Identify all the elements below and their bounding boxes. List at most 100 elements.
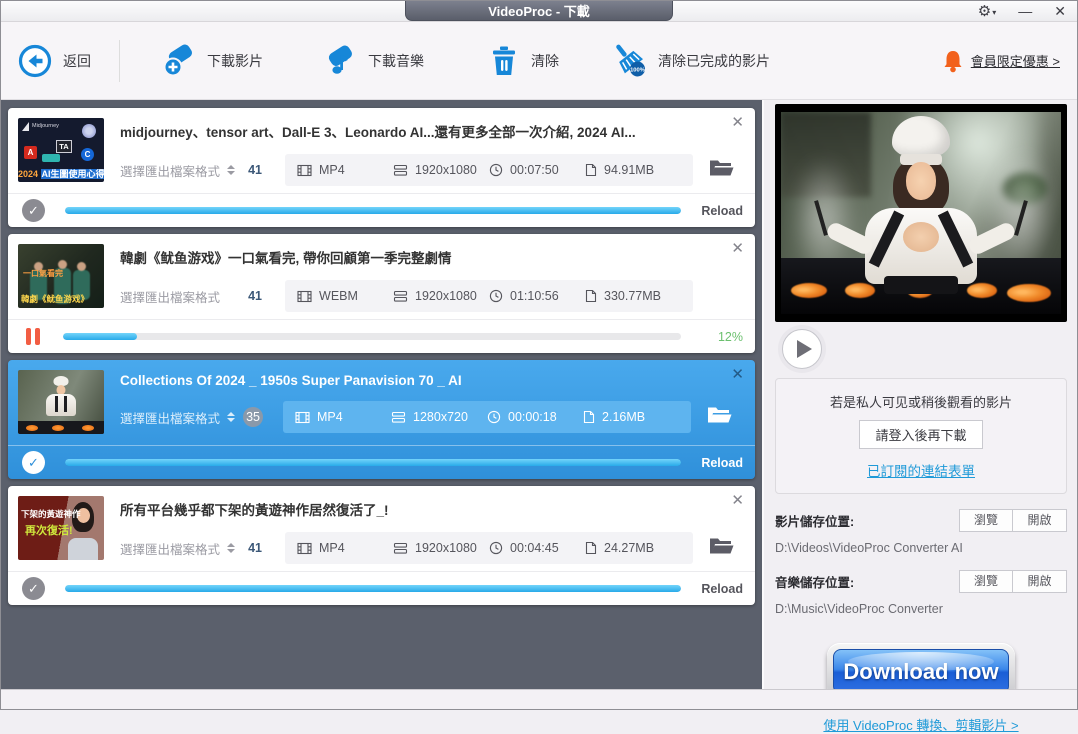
resolution-cell: 1920x1080: [393, 163, 489, 177]
thumb-logo: [82, 124, 96, 138]
format-count-badge: 35: [243, 407, 263, 427]
resolution-icon: [393, 542, 408, 555]
film-icon: [297, 164, 312, 177]
format-selector[interactable]: 選擇匯出檔案格式: [120, 539, 235, 558]
reload-button[interactable]: Reload: [697, 582, 743, 596]
clock-icon: [487, 410, 501, 424]
format-count-badge: 41: [245, 541, 265, 555]
updown-arrows-icon: [227, 165, 235, 175]
download-item[interactable]: Midjourney A TA C 2024 AI生圖使用心得 midjourn…: [8, 108, 755, 227]
folder-icon: [709, 159, 734, 177]
window-title: VideoProc - 下載: [405, 0, 673, 21]
completed-check-icon: ✓: [22, 577, 45, 600]
thumb-caption: 2024: [18, 169, 38, 179]
open-video-button[interactable]: 開啟: [1013, 509, 1067, 532]
download-video-button[interactable]: 下載影片: [160, 43, 263, 79]
size-cell: 330.77MB: [585, 289, 681, 303]
format-selector: 選擇匯出檔案格式: [120, 287, 235, 306]
video-title: 所有平台幾乎都下架的黃遊神作居然復活了_!: [120, 499, 741, 519]
completed-check-icon: ✓: [22, 199, 45, 222]
video-title: Collections Of 2024 _ 1950s Super Panavi…: [120, 373, 741, 388]
download-item-selected[interactable]: Collections Of 2024 _ 1950s Super Panavi…: [8, 360, 755, 479]
settings-button[interactable]: ⚙ ▾: [978, 2, 996, 20]
videoproc-promo-link[interactable]: 使用 VideoProc 轉換、剪輯影片 >: [764, 715, 1078, 734]
format-selector-label: 選擇匯出檔案格式: [120, 161, 220, 180]
file-icon: [585, 163, 597, 177]
reload-button[interactable]: Reload: [697, 204, 743, 218]
download-music-button[interactable]: 下載音樂: [321, 43, 424, 79]
download-item[interactable]: 下架的黃遊神作 再次復活! 所有平台幾乎都下架的黃遊神作居然復活了_! 選擇匯出…: [8, 486, 755, 605]
window-bottom-bar: [0, 689, 1078, 710]
size-value: 24.27MB: [604, 541, 654, 555]
duration-value: 00:04:45: [510, 541, 559, 555]
play-button[interactable]: [782, 329, 822, 369]
duration-cell: 01:10:56: [489, 289, 585, 303]
duration-cell: 00:00:18: [487, 410, 583, 424]
format-count-badge: 41: [245, 163, 265, 177]
progress-bar: [65, 207, 681, 214]
open-folder-button[interactable]: [707, 406, 732, 429]
video-preview[interactable]: [775, 104, 1067, 322]
format-selector-label: 選擇匯出檔案格式: [120, 539, 220, 558]
browse-video-button[interactable]: 瀏覽: [959, 509, 1013, 532]
format-selector[interactable]: 選擇匯出檔案格式: [120, 408, 235, 427]
format-count-badge: 41: [245, 289, 265, 303]
back-arrow-icon: [18, 44, 52, 78]
minimize-button[interactable]: —: [1018, 0, 1032, 22]
private-video-hint: 若是私人可见或稍後觀看的影片: [782, 392, 1060, 411]
format-value: MP4: [319, 163, 345, 177]
browse-music-button[interactable]: 瀏覽: [959, 570, 1013, 593]
open-folder-button[interactable]: [709, 537, 734, 560]
close-icon[interactable]: ✕: [731, 367, 744, 382]
resolution-cell: 1920x1080: [393, 289, 489, 303]
play-icon: [797, 340, 812, 358]
close-icon[interactable]: ✕: [731, 493, 744, 508]
thumb-badge: C: [81, 148, 94, 161]
thumb-caption: 下架的黃遊神作: [21, 508, 81, 520]
size-value: 330.77MB: [604, 289, 661, 303]
thumb-caption: AI生圖使用心得: [41, 169, 104, 179]
close-icon[interactable]: ✕: [731, 241, 744, 256]
film-icon: [297, 542, 312, 555]
thumb-brand-text: Midjourney: [32, 123, 59, 129]
login-button[interactable]: 請登入後再下載: [859, 420, 982, 449]
close-icon[interactable]: ✕: [731, 115, 744, 130]
download-item[interactable]: 一口氣看完 韓劇《鱿鱼游戏》 韓劇《鱿鱼游戏》一口氣看完, 帶你回顧第一季完整劇…: [8, 234, 755, 353]
pause-icon[interactable]: [26, 328, 40, 345]
video-location-label: 影片儲存位置:: [775, 511, 854, 530]
reload-button[interactable]: Reload: [697, 456, 743, 470]
format-cell: MP4: [297, 163, 393, 177]
metadata-strip: MP4 1280x720 00:00:18: [283, 401, 691, 433]
broom-icon: 100%: [609, 41, 647, 77]
resolution-value: 1920x1080: [415, 289, 477, 303]
open-folder-button[interactable]: [709, 159, 734, 182]
private-video-box: 若是私人可见或稍後觀看的影片 請登入後再下載 已訂閱的連結表單: [775, 378, 1067, 494]
resolution-value: 1280x720: [413, 410, 468, 424]
resolution-value: 1920x1080: [415, 541, 477, 555]
clock-icon: [489, 541, 503, 555]
back-button[interactable]: 返回: [18, 44, 91, 78]
completed-check-icon: ✓: [22, 451, 45, 474]
subscribed-links-link[interactable]: 已訂閱的連結表單: [782, 460, 1060, 480]
download-music-label: 下載音樂: [368, 51, 424, 71]
resolution-cell: 1280x720: [391, 410, 487, 424]
trash-icon: [488, 44, 520, 78]
metadata-strip: MP4 1920x1080 00:07:50: [285, 154, 693, 186]
clear-completed-button[interactable]: 100% 清除已完成的影片: [609, 41, 770, 80]
close-button[interactable]: ✕: [1054, 0, 1066, 22]
open-music-button[interactable]: 開啟: [1013, 570, 1067, 593]
member-offer-link[interactable]: 會員限定優惠 >: [971, 51, 1060, 70]
progress-bar: [65, 585, 681, 592]
thumb-badge: TA: [56, 140, 72, 153]
format-value: MP4: [317, 410, 343, 424]
video-title: 韓劇《鱿鱼游戏》一口氣看完, 帶你回顧第一季完整劇情: [120, 247, 741, 267]
duration-cell: 00:07:50: [489, 163, 585, 177]
format-selector[interactable]: 選擇匯出檔案格式: [120, 161, 235, 180]
file-icon: [585, 541, 597, 555]
size-value: 94.91MB: [604, 163, 654, 177]
download-video-icon: [160, 43, 196, 79]
music-location-path: D:\Music\VideoProc Converter: [775, 602, 1067, 616]
clear-button[interactable]: 清除: [488, 44, 559, 78]
duration-value: 01:10:56: [510, 289, 559, 303]
clock-icon: [489, 163, 503, 177]
